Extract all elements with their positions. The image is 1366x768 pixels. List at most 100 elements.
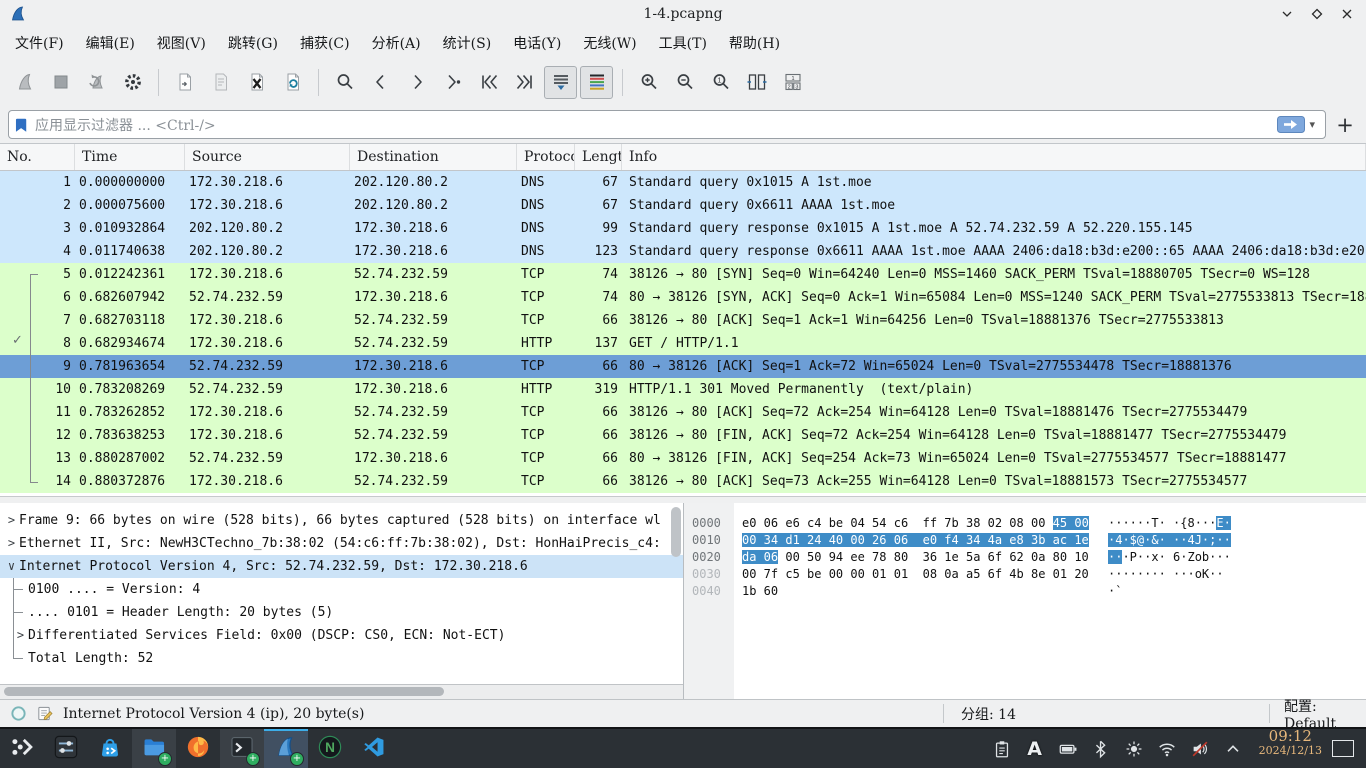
column-header-source[interactable]: Source — [185, 144, 350, 170]
packet-src: 202.120.80.2 — [185, 240, 350, 263]
go-to-packet-button[interactable] — [436, 66, 469, 99]
clock[interactable]: 09:12 2024/12/13 — [1259, 729, 1322, 768]
expand-arrow-icon[interactable]: > — [13, 624, 28, 647]
column-header-length[interactable]: Length — [575, 144, 622, 170]
tray-expand-icon[interactable] — [1221, 737, 1245, 761]
battery-icon[interactable] — [1056, 737, 1080, 761]
packet-row-9[interactable]: 90.78196365452.74.232.59172.30.218.6TCP6… — [0, 355, 1366, 378]
expand-arrow-icon[interactable]: > — [4, 532, 19, 555]
detail-line-3[interactable]: 0100 .... = Version: 4 — [0, 578, 683, 601]
packet-num: 9 — [0, 355, 75, 378]
hex-row-0020[interactable]: 0020da 06 00 50 94 ee 78 80 36 1e 5a 6f … — [684, 549, 1366, 566]
zoom-in-button[interactable] — [632, 66, 665, 99]
hex-row-0000[interactable]: 0000e0 06 e6 c4 be 04 54 c6 ff 7b 38 02 … — [684, 515, 1366, 532]
wifi-icon[interactable] — [1155, 737, 1179, 761]
taskbar-vscode[interactable] — [352, 729, 396, 768]
colorize-button[interactable] — [580, 66, 613, 99]
open-file-button[interactable] — [168, 66, 201, 99]
packet-row-13[interactable]: 130.88028700252.74.232.59172.30.218.6TCP… — [0, 447, 1366, 470]
brightness-icon[interactable] — [1122, 737, 1146, 761]
column-header-info[interactable]: Info — [622, 144, 1366, 170]
go-forward-button[interactable] — [400, 66, 433, 99]
zoom-out-button[interactable] — [668, 66, 701, 99]
taskbar-firefox[interactable] — [176, 729, 220, 768]
go-last-packet-button[interactable] — [508, 66, 541, 99]
menu-view[interactable]: 视图(V) — [146, 29, 217, 57]
packet-row-11[interactable]: 110.783262852172.30.218.652.74.232.59TCP… — [0, 401, 1366, 424]
auto-scroll-button[interactable] — [544, 66, 577, 99]
apply-filter-button[interactable] — [1277, 116, 1305, 133]
layout-columns-button[interactable]: 123 — [776, 66, 809, 99]
show-desktop-button[interactable] — [1332, 740, 1354, 757]
menu-file[interactable]: 文件(F) — [4, 29, 75, 57]
detail-line-5[interactable]: >Differentiated Services Field: 0x00 (DS… — [0, 624, 683, 647]
filter-dropdown-caret[interactable]: ▾ — [1309, 118, 1315, 131]
menu-telephony[interactable]: 电话(Y) — [502, 29, 572, 57]
taskbar-wireshark[interactable]: + — [264, 729, 308, 768]
packet-row-14[interactable]: 140.880372876172.30.218.652.74.232.59TCP… — [0, 470, 1366, 493]
packet-row-5[interactable]: 50.012242361172.30.218.652.74.232.59TCP7… — [0, 263, 1366, 286]
column-header-destination[interactable]: Destination — [350, 144, 517, 170]
taskbar-discover[interactable] — [88, 729, 132, 768]
column-header-time[interactable]: Time — [75, 144, 185, 170]
close-file-button[interactable] — [240, 66, 273, 99]
detail-vertical-scrollbar[interactable] — [671, 507, 681, 665]
clipboard-icon[interactable] — [990, 737, 1014, 761]
detail-horizontal-scrollbar[interactable] — [0, 684, 683, 699]
menu-help[interactable]: 帮助(H) — [718, 29, 791, 57]
hex-row-0040[interactable]: 00401b 60·` — [684, 583, 1366, 600]
find-packet-button[interactable] — [328, 66, 361, 99]
taskbar-app-launcher[interactable] — [0, 729, 44, 768]
bluetooth-icon[interactable] — [1089, 737, 1113, 761]
keyboard-layout-icon[interactable]: A — [1023, 737, 1047, 761]
menu-tools[interactable]: 工具(T) — [648, 29, 718, 57]
reload-file-button[interactable] — [276, 66, 309, 99]
menu-go[interactable]: 跳转(G) — [217, 29, 289, 57]
menu-analyze[interactable]: 分析(A) — [361, 29, 432, 57]
packet-row-10[interactable]: 100.78320826952.74.232.59172.30.218.6HTT… — [0, 378, 1366, 401]
packet-row-12[interactable]: 120.783638253172.30.218.652.74.232.59TCP… — [0, 424, 1366, 447]
menu-capture[interactable]: 捕获(C) — [289, 29, 361, 57]
packet-row-3[interactable]: 30.010932864202.120.80.2172.30.218.6DNS9… — [0, 217, 1366, 240]
menu-statistics[interactable]: 统计(S) — [432, 29, 503, 57]
packet-row-8[interactable]: 80.682934674172.30.218.652.74.232.59HTTP… — [0, 332, 1366, 355]
collapse-arrow-icon[interactable]: ∨ — [4, 555, 19, 578]
detail-line-0[interactable]: >Frame 9: 66 bytes on wire (528 bits), 6… — [0, 509, 683, 532]
stop-capture-button[interactable] — [44, 66, 77, 99]
capture-comment-icon[interactable] — [36, 705, 53, 722]
capture-options-button[interactable] — [116, 66, 149, 99]
hex-row-0010[interactable]: 001000 34 d1 24 40 00 26 06 e0 f4 34 4a … — [684, 532, 1366, 549]
volume-muted-icon[interactable] — [1188, 737, 1212, 761]
hex-row-0030[interactable]: 003000 7f c5 be 00 00 01 01 08 0a a5 6f … — [684, 566, 1366, 583]
menu-edit[interactable]: 编辑(E) — [75, 29, 146, 57]
taskbar-terminal[interactable]: + — [220, 729, 264, 768]
detail-line-4[interactable]: .... 0101 = Header Length: 20 bytes (5) — [0, 601, 683, 624]
packet-row-2[interactable]: 20.000075600172.30.218.6202.120.80.2DNS6… — [0, 194, 1366, 217]
column-header-no[interactable]: No. — [0, 144, 75, 170]
save-file-button[interactable] — [204, 66, 237, 99]
packet-row-4[interactable]: 40.011740638202.120.80.2172.30.218.6DNS1… — [0, 240, 1366, 263]
bookmark-icon[interactable] — [13, 116, 31, 134]
menu-wireless[interactable]: 无线(W) — [572, 29, 647, 57]
detail-line-2[interactable]: ∨Internet Protocol Version 4, Src: 52.74… — [0, 555, 683, 578]
resize-columns-button[interactable] — [740, 66, 773, 99]
pane-splitter[interactable] — [0, 496, 1366, 503]
packet-row-6[interactable]: 60.68260794252.74.232.59172.30.218.6TCP7… — [0, 286, 1366, 309]
restart-capture-button[interactable] — [80, 66, 113, 99]
go-first-packet-button[interactable] — [472, 66, 505, 99]
display-filter-input[interactable]: 应用显示过滤器 ... <Ctrl-/> ▾ — [8, 110, 1326, 139]
zoom-reset-button[interactable]: 1 — [704, 66, 737, 99]
column-header-protocol[interactable]: Protocol — [517, 144, 575, 170]
taskbar-file-manager[interactable]: + — [132, 729, 176, 768]
detail-line-1[interactable]: >Ethernet II, Src: NewH3CTechno_7b:38:02… — [0, 532, 683, 555]
add-filter-button[interactable]: + — [1332, 113, 1358, 137]
packet-row-1[interactable]: 10.000000000172.30.218.6202.120.80.2DNS6… — [0, 171, 1366, 194]
expand-arrow-icon[interactable]: > — [4, 509, 19, 532]
packet-row-7[interactable]: 70.682703118172.30.218.652.74.232.59TCP6… — [0, 309, 1366, 332]
taskbar-neovim[interactable]: N — [308, 729, 352, 768]
detail-line-6[interactable]: Total Length: 52 — [0, 647, 683, 670]
taskbar-system-settings[interactable] — [44, 729, 88, 768]
go-back-button[interactable] — [364, 66, 397, 99]
start-capture-button[interactable] — [8, 66, 41, 99]
expert-info-icon[interactable] — [10, 705, 27, 722]
